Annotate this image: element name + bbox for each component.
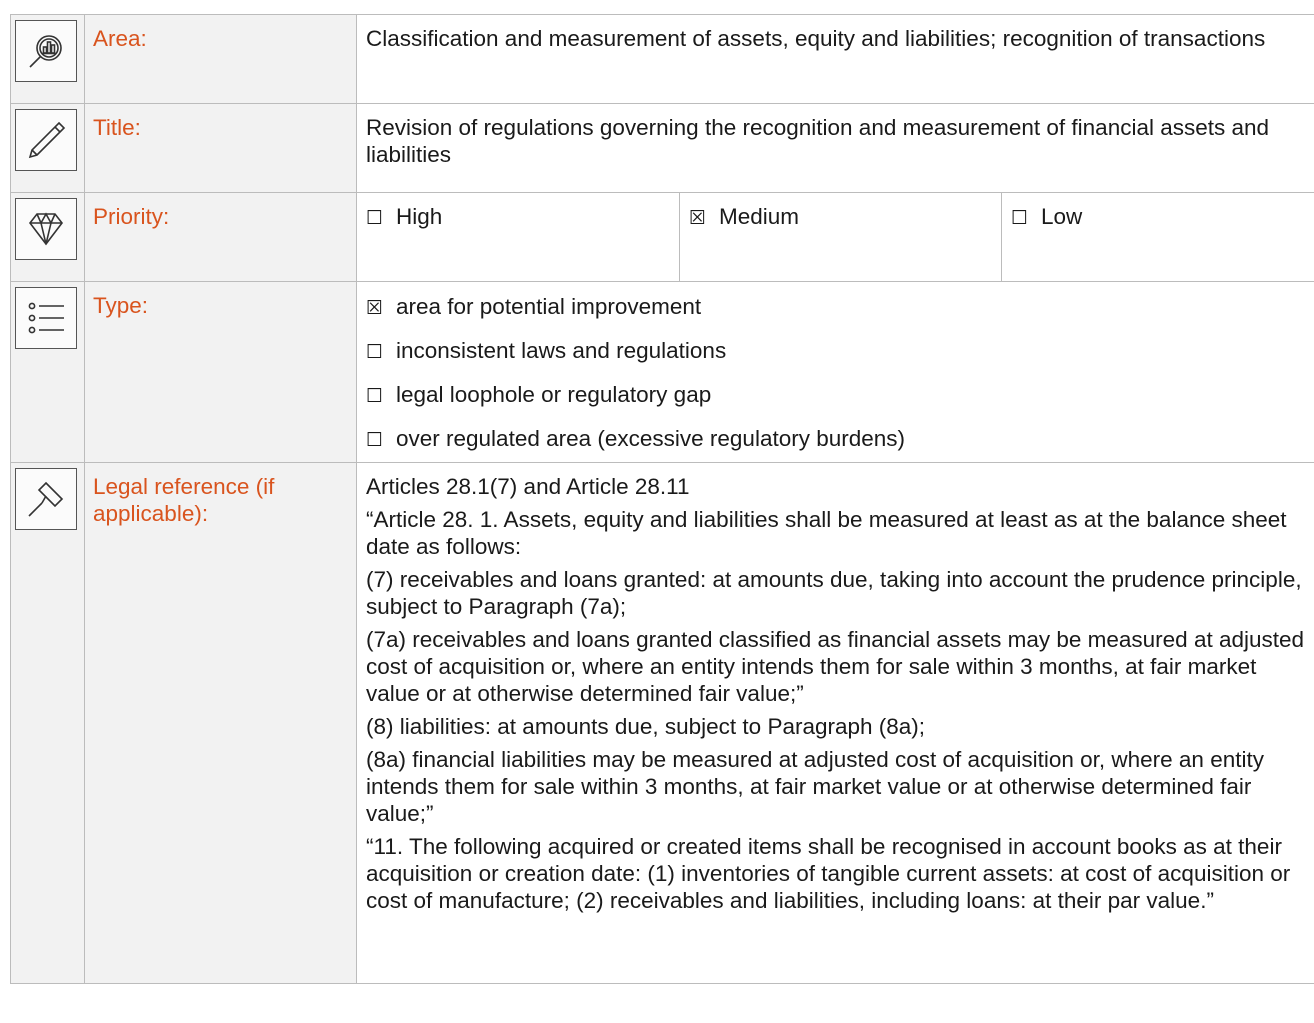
area-row: Area: Classification and measurement of … [10, 14, 1314, 104]
analytics-magnifier-icon [15, 20, 77, 82]
legal-paragraph: “Article 28. 1. Assets, equity and liabi… [366, 507, 1287, 559]
type-option-label: over regulated area (excessive regulator… [396, 426, 906, 451]
type-row: Type: ☒ area for potential improvement ☐ i… [10, 281, 1314, 463]
list-icon [15, 287, 77, 349]
type-option[interactable]: ☐ inconsistent laws and regulations [366, 337, 1314, 366]
regulation-form-table: Area: Classification and measurement of … [10, 14, 1314, 984]
type-option[interactable]: ☐ over regulated area (excessive regulato… [366, 425, 1314, 454]
priority-option-label: High [396, 204, 443, 229]
checkbox-unchecked[interactable]: ☐ [366, 427, 396, 454]
pencil-icon [15, 109, 77, 171]
priority-option-low[interactable]: ☐ Low [1001, 193, 1314, 281]
checkbox-unchecked[interactable]: ☐ [366, 383, 396, 410]
diamond-icon [15, 198, 77, 260]
checkbox-unchecked[interactable]: ☐ [366, 339, 396, 366]
legal-paragraph: Articles 28.1(7) and Article 28.11 [366, 474, 690, 499]
legal-paragraph: “11. The following acquired or created i… [366, 834, 1291, 913]
legal-paragraph: (8a) financial liabilities may be measur… [366, 747, 1264, 826]
type-option[interactable]: ☐ legal loophole or regulatory gap [366, 381, 1314, 410]
priority-option-label: Medium [719, 204, 800, 229]
legal-paragraph: (7) receivables and loans granted: at am… [366, 567, 1302, 619]
area-label: Area: [93, 26, 147, 51]
checkbox-checked[interactable]: ☒ [689, 205, 719, 232]
title-label: Title: [93, 115, 141, 140]
type-option-label: legal loophole or regulatory gap [396, 382, 712, 407]
legal-paragraph: (7a) receivables and loans granted class… [366, 627, 1305, 706]
title-row: Title: Revision of regulations governing… [10, 103, 1314, 193]
type-option-label: inconsistent laws and regulations [396, 338, 727, 363]
legal-reference-label: Legal reference (if applicable): [93, 474, 275, 526]
title-value: Revision of regulations governing the re… [366, 115, 1270, 167]
priority-option-label: Low [1041, 204, 1083, 229]
legal-paragraph: (8) liabilities: at amounts due, subject… [366, 714, 926, 739]
checkbox-unchecked[interactable]: ☐ [1011, 205, 1041, 232]
type-label: Type: [93, 293, 149, 318]
type-option-label: area for potential improvement [396, 294, 702, 319]
document-page: Area: Classification and measurement of … [0, 0, 1314, 1023]
priority-option-high[interactable]: ☐ High [357, 193, 679, 281]
type-option[interactable]: ☒ area for potential improvement [366, 293, 1314, 322]
checkbox-checked[interactable]: ☒ [366, 295, 396, 322]
gavel-icon [15, 468, 77, 530]
checkbox-unchecked[interactable]: ☐ [366, 205, 396, 232]
legal-reference-row: Legal reference (if applicable): Article… [10, 462, 1314, 984]
area-value: Classification and measurement of assets… [366, 26, 1266, 51]
priority-label: Priority: [93, 204, 170, 229]
priority-options: ☐ High ☒ Medium ☐ Low [357, 193, 1314, 281]
priority-option-medium[interactable]: ☒ Medium [679, 193, 1001, 281]
type-options: ☒ area for potential improvement ☐ inconsi… [357, 282, 1314, 462]
priority-row: Priority: ☐ High ☒ Medium ☐ Low [10, 192, 1314, 282]
legal-reference-text: Articles 28.1(7) and Article 28.11 “Arti… [357, 463, 1314, 914]
